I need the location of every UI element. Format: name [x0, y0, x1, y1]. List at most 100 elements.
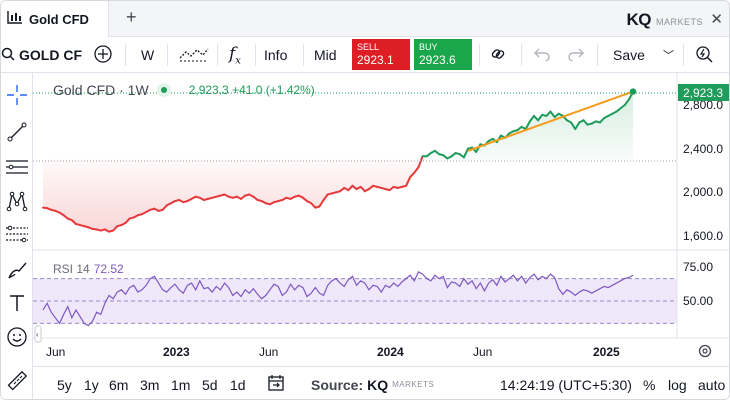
buy-price: 2923.6 — [419, 53, 456, 67]
rsi-legend[interactable]: RSI 14 72.52 — [53, 262, 124, 276]
range-6m-button[interactable]: 6m — [109, 367, 128, 399]
candle-chart-icon — [7, 10, 23, 29]
calendar-icon — [267, 374, 285, 395]
time-tick: Jun — [259, 345, 278, 359]
drawing-toolbar — [1, 73, 33, 399]
save-button[interactable]: Save — [613, 37, 645, 73]
quick-search-button[interactable] — [695, 37, 713, 73]
price-tick-2400: 2,400.0 — [683, 142, 723, 156]
svg-text:‹: ‹ — [36, 330, 39, 339]
source-markets: MARKETS — [392, 380, 435, 389]
rsi-tick-75: 75.00 — [683, 260, 713, 274]
toolbar-divider — [597, 44, 598, 66]
chart-legend: Gold CFD · 1W 2,923.3 +41.0 (+1.42%) — [53, 82, 315, 98]
brand-sub: MARKETS — [655, 17, 703, 27]
compare-button[interactable] — [93, 37, 113, 73]
sell-label: SELL — [357, 42, 380, 52]
range-1y-button[interactable]: 1y — [84, 367, 99, 399]
fib-tool[interactable] — [3, 221, 31, 249]
collapse-handle-icon[interactable]: ‹ — [34, 325, 42, 343]
time-tick: Jun — [473, 345, 492, 359]
interval-button[interactable]: W — [141, 37, 154, 73]
clock[interactable]: 14:24:19 (UTC+5:30) — [500, 367, 632, 399]
time-tick: 2024 — [377, 345, 404, 359]
pattern-tool[interactable] — [3, 187, 31, 215]
toolbar-divider — [255, 44, 256, 66]
percent-scale-button[interactable]: % — [643, 367, 655, 399]
sell-button[interactable]: SELL 2923.1 ︿ — [352, 39, 410, 80]
bottom-toolbar: 5y 1y 6m 3m 1m 5d 1d Source: KQ MARKETS … — [33, 366, 729, 399]
redo-button[interactable] — [568, 37, 584, 73]
crosshair-icon — [6, 84, 28, 106]
price-tick-2000: 2,000.0 — [683, 185, 723, 199]
tab-gold-cfd[interactable]: Gold CFD — [1, 1, 109, 37]
chart-type-button[interactable] — [179, 37, 209, 73]
time-tick: 2023 — [163, 345, 190, 359]
toolbar-divider — [683, 44, 684, 66]
gear-icon[interactable] — [698, 344, 712, 358]
pattern-icon — [6, 190, 28, 212]
add-circle-icon — [93, 44, 113, 67]
text-icon — [7, 293, 27, 313]
brand-logo: KQ MARKETS — [626, 10, 703, 30]
data-source: Source: KQ MARKETS — [311, 367, 435, 399]
price-chart[interactable]: 2,800.0 2,400.0 2,000.0 1,600.0 2,923.3 … — [33, 73, 730, 400]
price-tick-1600: 1,600.0 — [683, 229, 723, 243]
range-3m-button[interactable]: 3m — [140, 367, 159, 399]
horizontal-lines-tool[interactable] — [3, 153, 31, 181]
time-tick: 2025 — [593, 345, 620, 359]
toolbar-divider — [167, 44, 168, 66]
measure-tool[interactable] — [3, 367, 31, 395]
last-price-badge-label: 2,923.3 — [683, 86, 723, 100]
source-label: Source: — [311, 376, 364, 393]
chart-area[interactable]: 2,800.0 2,400.0 2,000.0 1,600.0 2,923.3 … — [33, 73, 730, 400]
toolbar-divider — [303, 44, 304, 66]
fib-retracement-icon — [5, 224, 29, 246]
trend-line-icon — [6, 121, 28, 143]
range-1d-button[interactable]: 1d — [230, 367, 246, 399]
sell-price: 2923.1 — [357, 53, 394, 67]
indicators-button[interactable]: fx — [229, 37, 241, 73]
tab-bar: Gold CFD ✕ + KQ MARKETS — [1, 1, 729, 37]
last-price-marker — [629, 88, 637, 95]
link-icon — [489, 45, 507, 66]
chart-toolbar: GOLD CF W fx Info Mid SELL 2923.1 ︿ BUY — [1, 37, 729, 80]
brush-tool[interactable] — [3, 256, 31, 284]
legend-change: +41.0 (+1.42%) — [232, 83, 315, 97]
add-tab-icon[interactable]: + — [126, 7, 137, 28]
undo-icon — [534, 47, 550, 64]
emoji-tool[interactable] — [3, 323, 31, 351]
crosshair-tool[interactable] — [3, 81, 31, 109]
buy-button[interactable]: BUY 2923.6 ︿ — [414, 39, 472, 80]
line-chart-icon — [179, 46, 209, 65]
symbol-search-button[interactable]: GOLD CF — [1, 37, 82, 73]
mid-price-button[interactable]: Mid — [314, 37, 337, 73]
date-range-button[interactable] — [267, 367, 285, 399]
rsi-value: 72.52 — [93, 262, 124, 276]
zoom-lightning-icon — [695, 45, 713, 66]
range-5y-button[interactable]: 5y — [57, 367, 72, 399]
log-scale-button[interactable]: log — [668, 367, 687, 399]
smiley-icon — [6, 326, 28, 348]
brush-icon — [6, 259, 28, 281]
function-icon: fx — [229, 43, 241, 67]
text-tool[interactable] — [3, 289, 31, 317]
undo-button[interactable] — [534, 37, 550, 73]
save-menu-chevron-icon[interactable]: ﹀ — [663, 37, 674, 73]
symbol-label: GOLD CF — [19, 47, 82, 63]
buy-label: BUY — [419, 42, 438, 52]
legend-last-price: 2,923.3 — [188, 83, 229, 97]
close-tab-icon[interactable]: ✕ — [710, 10, 723, 28]
legend-symbol[interactable]: Gold CFD · 1W — [53, 82, 149, 98]
time-tick: Jun — [46, 345, 65, 359]
trend-line-tool[interactable] — [3, 118, 31, 146]
info-button[interactable]: Info — [264, 37, 287, 73]
tab-label: Gold CFD — [29, 11, 89, 27]
range-1m-button[interactable]: 1m — [171, 367, 190, 399]
search-icon — [1, 47, 15, 64]
range-5d-button[interactable]: 5d — [202, 367, 218, 399]
rsi-label: RSI 14 — [53, 262, 90, 276]
rsi-tick-50: 50.00 — [683, 294, 713, 308]
auto-scale-button[interactable]: auto — [698, 367, 725, 399]
link-button[interactable] — [489, 37, 507, 73]
